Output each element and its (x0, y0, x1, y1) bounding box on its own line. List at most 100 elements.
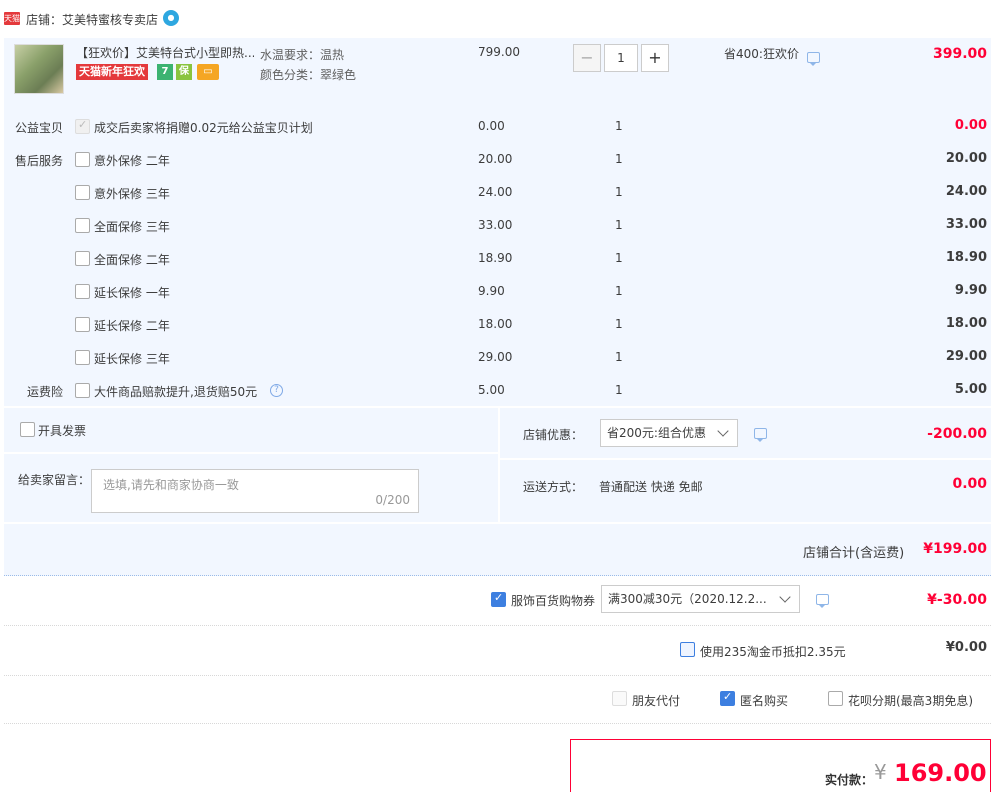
service-qty: 1 (615, 317, 623, 331)
service-price: 24.00 (478, 185, 513, 199)
taobao-coins-checkbox[interactable] (680, 642, 695, 657)
service-price: 20.00 (478, 152, 513, 166)
service-total: 24.00 (945, 184, 987, 199)
service-row: 延长保修 二年 18.00 1 18.00 (4, 308, 991, 341)
message-char-count: 0/200 (375, 493, 410, 507)
service-total: 0.00 (954, 118, 987, 133)
service-total: 29.00 (945, 349, 987, 364)
service-name: 全面保修 三年 (94, 220, 170, 234)
service-checkbox[interactable] (75, 284, 90, 299)
invoice-checkbox[interactable] (20, 422, 35, 437)
service-name: 全面保修 二年 (94, 253, 170, 267)
discount-info-icon[interactable] (754, 428, 767, 442)
service-qty: 1 (615, 284, 623, 298)
coupon-label: 服饰百货购物券 (511, 594, 596, 608)
service-row: 运费险 大件商品赔款提升,退货赔50元 5.00 1 5.00 (4, 374, 991, 407)
shop-total-label: 店铺合计(含运费) (803, 546, 905, 561)
help-icon[interactable]: ? (270, 384, 283, 397)
huabei-label: 花呗分期(最高3期免息) (848, 694, 973, 708)
service-checkbox[interactable] (75, 251, 90, 266)
quantity-decrease-button[interactable]: − (573, 44, 601, 72)
service-qty: 1 (615, 383, 623, 397)
service-price: 33.00 (478, 218, 513, 232)
wangwang-chat-icon[interactable]: ● (163, 10, 179, 26)
service-name: 大件商品赔款提升,退货赔50元 (94, 385, 258, 399)
sku-water-label: 水温要求： (260, 48, 321, 62)
anonymous-checkbox[interactable] (720, 690, 735, 706)
sku-color-value: 翠绿色 (320, 68, 357, 82)
shop-discount-amount: -200.00 (927, 426, 987, 442)
service-section-label: 运费险 (27, 385, 64, 399)
promo-info-icon[interactable] (807, 52, 820, 66)
divider (4, 675, 991, 676)
service-name: 延长保修 二年 (94, 319, 170, 333)
service-row: 售后服务 意外保修 二年 20.00 1 20.00 (4, 143, 991, 176)
quantity-increase-button[interactable]: + (641, 44, 669, 72)
service-qty: 1 (615, 185, 623, 199)
anonymous-label: 匿名购买 (740, 694, 789, 708)
shipping-label: 运送方式： (523, 480, 584, 494)
divider (4, 625, 991, 626)
divider (498, 408, 500, 522)
service-name: 意外保修 二年 (94, 154, 170, 168)
service-total: 33.00 (945, 217, 987, 232)
currency-symbol: ¥ (874, 760, 887, 784)
service-name: 意外保修 三年 (94, 187, 170, 201)
service-qty: 1 (615, 152, 623, 166)
service-price: 18.90 (478, 251, 513, 265)
shop-header: 天猫 店铺：艾美特蜜核专卖店 ● (0, 0, 991, 38)
shop-total-value: ¥199.00 (923, 541, 987, 557)
service-price: 29.00 (478, 350, 513, 364)
service-total: 20.00 (945, 151, 987, 166)
shop-discount-label: 店铺优惠： (523, 428, 584, 442)
service-row: 全面保修 三年 33.00 1 33.00 (4, 209, 991, 242)
huabei-checkbox[interactable] (828, 691, 843, 706)
service-checkbox[interactable] (75, 317, 90, 332)
guarantee-icon: 保 (176, 64, 192, 80)
friend-pay-checkbox[interactable] (612, 691, 627, 706)
service-checkbox[interactable] (75, 350, 90, 365)
product-thumbnail[interactable] (14, 44, 64, 94)
shop-discount-select[interactable]: 省200元:组合优惠 (600, 419, 738, 447)
order-extras-panel: 开具发票 给卖家留言： 选填,请先和商家协商一致 0/200 店铺优惠： 省20… (4, 408, 991, 576)
divider (4, 723, 991, 724)
service-price: 18.00 (478, 317, 513, 331)
service-checkbox[interactable] (75, 185, 90, 200)
payment-summary-box: 实付款： ¥ 169.00 (570, 739, 991, 792)
service-qty: 1 (615, 119, 623, 133)
coupon-select[interactable]: 满300减30元（2020.12.2... (601, 585, 800, 613)
service-name: 延长保修 三年 (94, 352, 170, 366)
promo-tag: 天猫新年狂欢 (76, 64, 148, 80)
coupon-amount: ¥-30.00 (927, 592, 987, 608)
service-total: 5.00 (954, 382, 987, 397)
credit-card-icon: ▭ (197, 64, 219, 80)
coupon-info-icon[interactable] (816, 594, 829, 608)
shop-name-link[interactable]: 店铺：艾美特蜜核专卖店 (26, 11, 158, 28)
service-row: 延长保修 一年 9.90 1 9.90 (4, 275, 991, 308)
service-total: 18.90 (945, 250, 987, 265)
divider (4, 522, 991, 524)
service-price: 5.00 (478, 383, 505, 397)
saving-label: 省400:狂欢价 (724, 47, 799, 61)
service-checkbox[interactable] (75, 218, 90, 233)
seller-message-input[interactable]: 选填,请先和商家协商一致 0/200 (91, 469, 419, 513)
service-row: 全面保修 二年 18.90 1 18.90 (4, 242, 991, 275)
payment-label: 实付款： (825, 773, 874, 787)
service-checkbox[interactable] (75, 152, 90, 167)
sku-color-label: 颜色分类： (260, 68, 321, 82)
chevron-down-icon (717, 425, 729, 437)
service-checkbox[interactable] (75, 383, 90, 398)
coupon-checkbox[interactable] (491, 591, 506, 607)
quantity-input[interactable]: 1 (604, 44, 638, 72)
service-checkbox[interactable] (75, 118, 90, 134)
service-total: 18.00 (945, 316, 987, 331)
service-row: 公益宝贝 成交后卖家将捐赠0.02元给公益宝贝计划 0.00 1 0.00 (4, 110, 991, 143)
payment-amount: 169.00 (894, 759, 987, 787)
service-name: 成交后卖家将捐赠0.02元给公益宝贝计划 (94, 121, 313, 135)
divider (500, 458, 991, 460)
product-title-link[interactable]: 【狂欢价】艾美特台式小型即热... (76, 44, 254, 61)
service-row: 意外保修 三年 24.00 1 24.00 (4, 176, 991, 209)
service-section-label: 售后服务 (15, 154, 64, 168)
taobao-coins-label: 使用235淘金币抵扣2.35元 (700, 645, 846, 659)
chevron-down-icon (779, 591, 791, 603)
